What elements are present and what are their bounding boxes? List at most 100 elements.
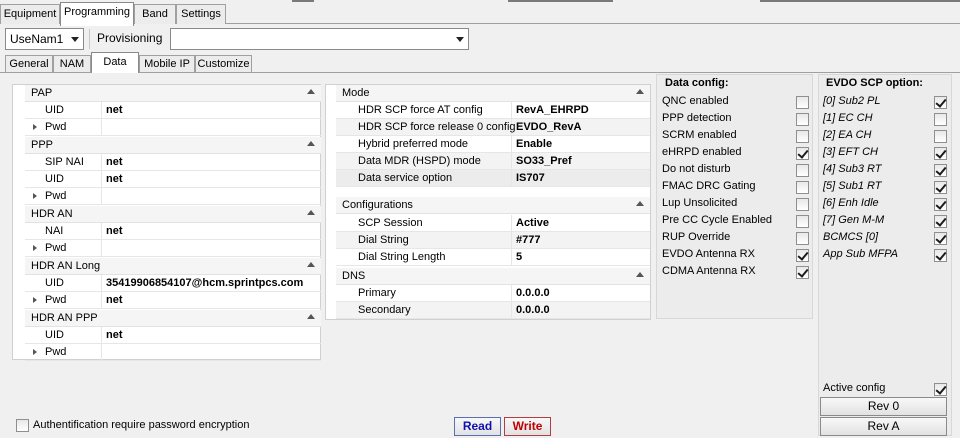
mode-row[interactable]: Data service option IS707 <box>336 170 650 187</box>
collapse-icon <box>307 262 315 267</box>
data-config-label: QNC enabled <box>662 95 729 107</box>
group-hdr-an-long[interactable]: HDR AN Long <box>25 258 321 275</box>
field-label: UID <box>25 102 102 118</box>
rev0-button[interactable]: Rev 0 <box>820 397 947 416</box>
tab-settings[interactable]: Settings <box>176 4 226 24</box>
nam-select-value: UseNam1 <box>10 32 64 46</box>
ppp-uid-row[interactable]: UID net <box>25 171 321 188</box>
data-config-checkbox[interactable] <box>796 266 809 279</box>
group-title: DNS <box>342 270 366 282</box>
reva-button[interactable]: Rev A <box>820 417 947 436</box>
config-row[interactable]: Dial String Length 5 <box>336 249 650 266</box>
evdo-option-checkbox[interactable] <box>934 96 947 109</box>
pap-uid-row[interactable]: UID net <box>25 102 321 119</box>
hdr-an-ppp-pwd-row[interactable]: Pwd <box>25 344 321 361</box>
collapse-icon <box>307 89 315 94</box>
top-divider <box>508 0 613 2</box>
write-button[interactable]: Write <box>504 417 551 436</box>
data-config-label: FMAC DRC Gating <box>662 180 756 192</box>
group-configurations[interactable]: Configurations <box>336 197 650 214</box>
active-config-checkbox[interactable] <box>934 383 947 396</box>
mode-row[interactable]: Hybrid preferred mode Enable <box>336 136 650 153</box>
data-config-checkbox[interactable] <box>796 181 809 194</box>
field-value: net <box>106 329 123 341</box>
data-config-checkbox[interactable] <box>796 113 809 126</box>
data-config-checkbox[interactable] <box>796 232 809 245</box>
data-config-checkbox[interactable] <box>796 215 809 228</box>
group-dns[interactable]: DNS <box>336 268 650 285</box>
field-label: Pwd <box>25 292 102 308</box>
field-label: Pwd <box>25 240 102 256</box>
data-config-checkbox[interactable] <box>796 249 809 262</box>
evdo-option-label: App Sub MFPA <box>823 248 898 260</box>
data-config-label: RUP Override <box>662 231 731 243</box>
field-value <box>102 119 106 135</box>
hdr-an-pwd-row[interactable]: Pwd <box>25 240 321 257</box>
collapse-icon <box>636 272 644 277</box>
hdr-an-long-pwd-row[interactable]: Pwd net <box>25 292 321 309</box>
tab-customize[interactable]: Customize <box>195 55 252 72</box>
tab-band[interactable]: Band <box>134 4 176 24</box>
mode-row[interactable]: HDR SCP force release 0 config EVDO_RevA <box>336 119 650 136</box>
field-value: 35419906854107@hcm.sprintpcs.com <box>106 277 304 289</box>
pap-pwd-row[interactable]: Pwd <box>25 119 321 136</box>
data-config-label: Pre CC Cycle Enabled <box>662 214 773 226</box>
hdr-an-ppp-uid-row[interactable]: UID net <box>25 327 321 344</box>
evdo-option-checkbox[interactable] <box>934 215 947 228</box>
nam-select[interactable]: UseNam1 <box>5 28 84 50</box>
evdo-option-label: [6] Enh Idle <box>823 197 879 209</box>
ppp-pwd-row[interactable]: Pwd <box>25 188 321 205</box>
tab-mobile-ip[interactable]: Mobile IP <box>139 55 195 72</box>
group-mode[interactable]: Mode <box>336 85 650 102</box>
evdo-option-checkbox[interactable] <box>934 164 947 177</box>
group-title: HDR AN Long <box>31 260 101 272</box>
group-hdr-an-ppp[interactable]: HDR AN PPP <box>25 310 321 327</box>
config-row[interactable]: SCP Session Active <box>336 215 650 232</box>
tab-general[interactable]: General <box>5 55 53 72</box>
ppp-sip-row[interactable]: SIP NAI net <box>25 154 321 171</box>
field-value: net <box>106 173 123 185</box>
evdo-option-checkbox[interactable] <box>934 113 947 126</box>
field-value: net <box>106 104 123 116</box>
mode-row[interactable]: HDR SCP force AT config RevA_EHRPD <box>336 102 650 119</box>
field-label: UID <box>25 275 102 291</box>
subtab-baseline <box>0 72 960 73</box>
mode-row[interactable]: Data MDR (HSPD) mode SO33_Pref <box>336 153 650 170</box>
evdo-option-label: [4] Sub3 RT <box>823 163 882 175</box>
tab-equipment[interactable]: Equipment <box>0 4 60 24</box>
group-pap[interactable]: PAP <box>25 85 321 102</box>
provisioning-select[interactable] <box>170 28 469 50</box>
field-value: 5 <box>516 251 523 263</box>
evdo-option-checkbox[interactable] <box>934 130 947 143</box>
config-row[interactable]: Dial String #777 <box>336 232 650 249</box>
collapse-icon <box>307 141 315 146</box>
field-label: UID <box>25 171 102 187</box>
field-label: SCP Session <box>336 215 512 231</box>
group-title: PAP <box>31 87 53 99</box>
data-config-checkbox[interactable] <box>796 147 809 160</box>
field-label: Pwd <box>25 188 102 204</box>
collapse-icon <box>307 314 315 319</box>
hdr-an-long-uid-row[interactable]: UID 35419906854107@hcm.sprintpcs.com <box>25 275 321 292</box>
field-value: Active <box>516 217 550 229</box>
evdo-option-checkbox[interactable] <box>934 249 947 262</box>
group-ppp[interactable]: PPP <box>25 137 321 154</box>
data-config-checkbox[interactable] <box>796 130 809 143</box>
dns-row[interactable]: Secondary 0.0.0.0 <box>336 302 650 319</box>
auth-encryption-checkbox[interactable] <box>16 419 29 432</box>
read-button[interactable]: Read <box>454 417 501 436</box>
group-hdr-an[interactable]: HDR AN <box>25 206 321 223</box>
dns-row[interactable]: Primary 0.0.0.0 <box>336 285 650 302</box>
tab-data[interactable]: Data <box>91 52 139 73</box>
evdo-option-checkbox[interactable] <box>934 198 947 211</box>
field-label: SIP NAI <box>25 154 102 170</box>
evdo-option-checkbox[interactable] <box>934 147 947 160</box>
hdr-an-nai-row[interactable]: NAI net <box>25 223 321 240</box>
data-config-checkbox[interactable] <box>796 96 809 109</box>
data-config-checkbox[interactable] <box>796 198 809 211</box>
data-config-checkbox[interactable] <box>796 164 809 177</box>
evdo-option-checkbox[interactable] <box>934 181 947 194</box>
evdo-option-checkbox[interactable] <box>934 232 947 245</box>
tab-nam[interactable]: NAM <box>53 55 91 72</box>
tab-programming[interactable]: Programming <box>60 2 134 26</box>
